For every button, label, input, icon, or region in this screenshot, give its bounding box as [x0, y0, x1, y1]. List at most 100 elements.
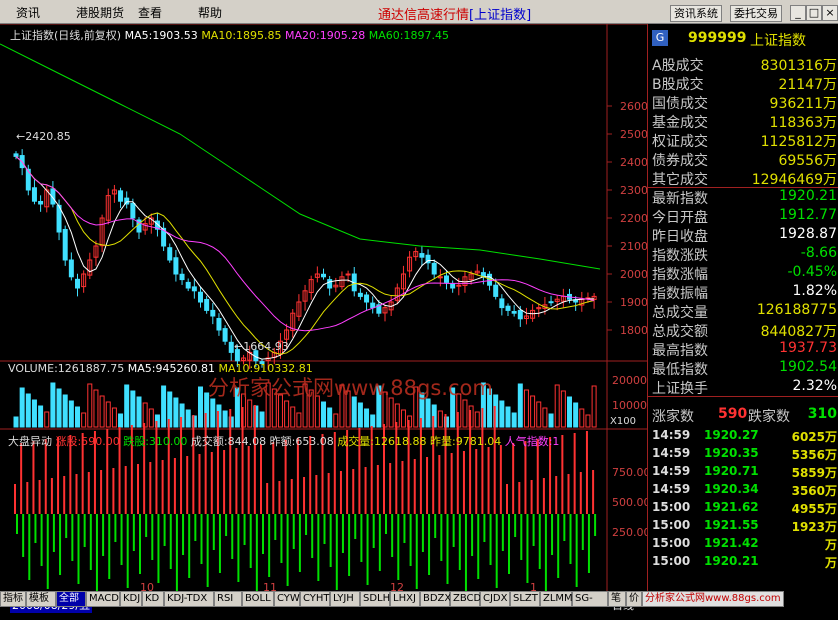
- stat-value: 8440827万: [760, 324, 837, 340]
- menu-view[interactable]: 查看: [138, 4, 162, 21]
- close-button[interactable]: ×: [822, 5, 838, 21]
- adl-down-bar: [483, 514, 486, 542]
- adl-down-bar: [206, 514, 209, 587]
- adl-down-bar: [458, 514, 461, 570]
- indicator-tab[interactable]: ZBCD: [450, 591, 481, 607]
- volume-bar: [530, 395, 536, 428]
- tick-row: 15:00 1920.21 万: [648, 554, 838, 572]
- candle-body: [444, 275, 449, 283]
- candle-body: [548, 301, 554, 304]
- indicator-tab[interactable]: SG-LB: [572, 591, 608, 618]
- adl-down-bar: [292, 514, 295, 549]
- volume-tick-label: 20000: [612, 374, 647, 387]
- candle-body: [505, 305, 511, 311]
- adl-down-bar: [65, 514, 68, 538]
- indicator-tab[interactable]: ZLMM: [540, 591, 573, 607]
- indicator-tab[interactable]: 笔: [608, 591, 626, 607]
- adl-up-bar: [303, 477, 306, 514]
- adl-down-bar: [225, 514, 228, 536]
- menu-hk-futures[interactable]: 港股期货: [76, 4, 124, 21]
- adl-down-bar: [194, 514, 197, 541]
- tick-time: 15:00: [652, 518, 691, 532]
- adl-down-bar: [200, 514, 203, 564]
- stat-label: 昨日收盘: [652, 229, 708, 245]
- indicator-tab[interactable]: BDZX: [420, 591, 451, 607]
- adl-up-bar: [376, 465, 379, 514]
- indicator-tab[interactable]: 指标: [0, 591, 26, 607]
- adl-up-bar: [32, 441, 35, 514]
- indicator-tab[interactable]: LHXJ: [390, 591, 420, 607]
- tick-price: 1921.62: [704, 500, 759, 514]
- trade-button[interactable]: 委托交易: [730, 5, 782, 22]
- adl-up-bar: [401, 461, 404, 514]
- volume-bar: [517, 383, 523, 428]
- indicator-tab[interactable]: 价: [626, 591, 642, 607]
- adl-up-bar: [592, 470, 595, 514]
- ma5-value: MA5:1903.53: [124, 29, 198, 42]
- info-system-button[interactable]: 资讯系统: [670, 5, 722, 22]
- adl-down-bar: [28, 514, 31, 580]
- stat-label: 指数振幅: [652, 286, 708, 302]
- adl-down-bar: [95, 514, 98, 593]
- tick-volume: 5859万: [791, 466, 837, 480]
- stat-row: 总成交量 126188775: [648, 302, 838, 321]
- indicator-tab[interactable]: LYJH: [330, 591, 360, 607]
- adl-tick-label: 500.00: [612, 496, 647, 509]
- price-tick-label: 2500: [620, 128, 647, 141]
- adl-down-bar: [274, 514, 277, 540]
- price-tick-label: 2300: [620, 184, 647, 197]
- adl-down-bar: [218, 514, 221, 573]
- volume-bar: [50, 382, 56, 428]
- indicator-tab[interactable]: SDLH: [360, 591, 390, 607]
- volume-bar: [548, 413, 554, 428]
- volume-bar: [136, 396, 142, 428]
- menu-info[interactable]: 资讯: [16, 4, 40, 21]
- stat-label: 上证换手: [652, 381, 708, 397]
- indicator-tab[interactable]: MACD: [86, 591, 120, 607]
- kline-chart[interactable]: 2600 2500 2400 2300 2200 2100 2000 1900 1800 2000…: [0, 24, 647, 593]
- indicator-tab[interactable]: 模板: [26, 591, 56, 607]
- volume-bar: [536, 401, 542, 428]
- indicator-tab[interactable]: SLZT: [510, 591, 540, 607]
- adl-up-bar: [63, 476, 66, 514]
- volume-bar: [210, 398, 216, 428]
- down-count: 310: [807, 406, 837, 422]
- adl-down-bar: [569, 514, 572, 564]
- stat-row: 最新指数 1920.21: [648, 188, 838, 207]
- adl-up-bar: [192, 415, 195, 514]
- tick-row: 15:00 1921.42 万: [648, 536, 838, 554]
- ma20-value: MA20:1905.28: [285, 29, 366, 42]
- indicator-tab[interactable]: KD: [142, 591, 164, 607]
- adl-down-bar: [354, 514, 357, 539]
- indicator-tab[interactable]: CYHT: [300, 591, 330, 607]
- tick-price: 1920.34: [704, 482, 759, 496]
- adl-down-bar: [385, 514, 387, 534]
- minimize-button[interactable]: _: [790, 5, 806, 21]
- candle-body: [75, 278, 80, 289]
- indicator-tab[interactable]: RSI: [214, 591, 242, 607]
- stat-row: 基金成交 118363万: [648, 112, 838, 131]
- volume-bar: [38, 405, 44, 428]
- indicator-tab[interactable]: BOLL: [242, 591, 274, 607]
- indicator-tab[interactable]: KDJ: [120, 591, 142, 607]
- stat-label: 债券成交: [652, 153, 708, 169]
- indicator-tab[interactable]: CJDX: [480, 591, 510, 607]
- adl-down-bar: [16, 514, 18, 534]
- candle-body: [357, 292, 363, 297]
- ma60-value: MA60:1897.45: [368, 29, 449, 42]
- adl-down-bar: [323, 514, 326, 544]
- adl-down-bar: [126, 514, 129, 588]
- indicator-tab[interactable]: 全部: [56, 591, 86, 607]
- stat-row: 权证成交 1125812万: [648, 131, 838, 150]
- adl-up-bar: [161, 460, 164, 514]
- tick-row: 14:59 1920.34 3560万: [648, 482, 838, 500]
- candle-body: [216, 318, 222, 331]
- maximize-button[interactable]: □: [806, 5, 822, 21]
- volume-bar: [25, 393, 31, 428]
- menu-help[interactable]: 帮助: [198, 4, 222, 21]
- volume-bar: [321, 401, 326, 428]
- indicator-tab[interactable]: CYW: [274, 591, 300, 607]
- stat-label: 指数涨幅: [652, 267, 708, 283]
- adl-up-bar: [87, 472, 90, 514]
- indicator-tab[interactable]: KDJ-TDX: [164, 591, 214, 607]
